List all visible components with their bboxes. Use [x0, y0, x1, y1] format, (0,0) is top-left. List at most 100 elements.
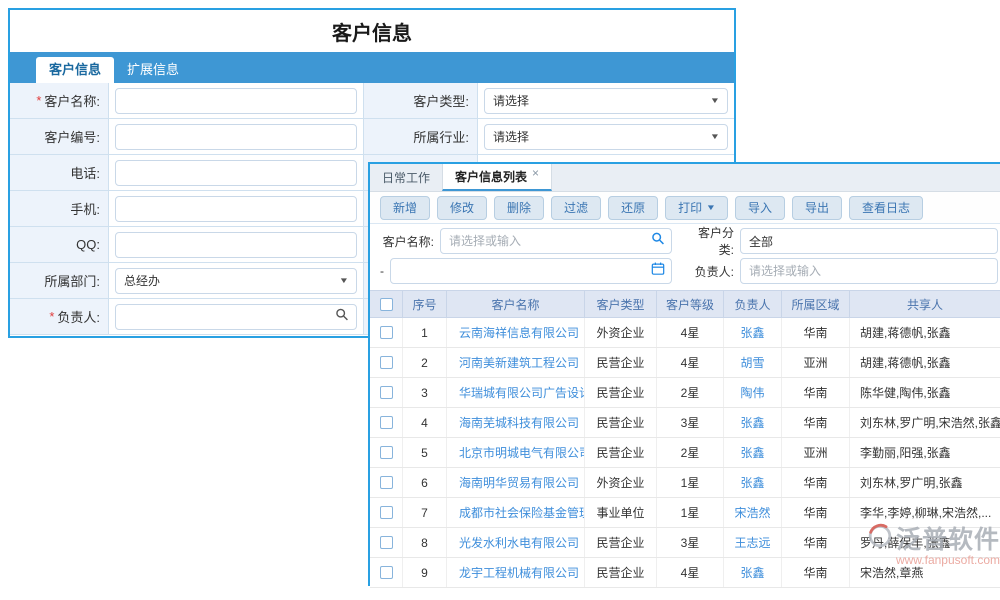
row-checkbox[interactable]	[380, 386, 393, 399]
cell-shared: 李华,李婷,柳琳,宋浩然,...	[850, 498, 1000, 527]
cell-owner[interactable]: 张鑫	[724, 438, 782, 467]
field-industry-label: 所属行业:	[364, 119, 478, 155]
toolbar-filter-button[interactable]: 过滤	[551, 196, 601, 220]
cell-customer-level: 3星	[657, 528, 724, 557]
cell-seq: 3	[403, 378, 447, 407]
row-checkbox-cell	[370, 438, 403, 467]
row-checkbox-cell	[370, 558, 403, 587]
row-checkbox[interactable]	[380, 506, 393, 519]
field-customer-name-label: *客户名称:	[10, 83, 109, 119]
filter-owner-input[interactable]	[740, 258, 998, 284]
toolbar-add-button[interactable]: 新增	[380, 196, 430, 220]
row-checkbox-cell	[370, 468, 403, 497]
field-customer-type-select[interactable]: 请选择▼	[484, 88, 728, 114]
cell-customer-name[interactable]: 云南海祥信息有限公司	[447, 318, 585, 347]
cell-owner[interactable]: 张鑫	[724, 558, 782, 587]
field-department-select[interactable]: 总经办▼	[115, 268, 357, 294]
row-checkbox[interactable]	[380, 326, 393, 339]
field-customer-name-input[interactable]	[115, 88, 357, 114]
cell-customer-name[interactable]: 成都市社会保险基金管理...	[447, 498, 585, 527]
field-owner-input[interactable]	[115, 304, 357, 330]
cell-customer-type: 民营企业	[585, 408, 657, 437]
cell-owner[interactable]: 张鑫	[724, 408, 782, 437]
row-checkbox[interactable]	[380, 356, 393, 369]
form-tab-extended-info[interactable]: 扩展信息	[114, 57, 192, 83]
button-label: 查看日志	[862, 199, 910, 216]
select-all-checkbox[interactable]	[380, 298, 393, 311]
cell-owner[interactable]: 宋浩然	[724, 498, 782, 527]
field-customer-code-label: 客户编号:	[10, 119, 109, 155]
row-checkbox[interactable]	[380, 446, 393, 459]
cell-customer-name[interactable]: 河南美新建筑工程公司	[447, 348, 585, 377]
field-owner-label: *负责人:	[10, 299, 109, 335]
filter-owner-wrap	[740, 258, 998, 284]
toolbar-restore-button[interactable]: 还原	[608, 196, 658, 220]
cell-customer-type: 外资企业	[585, 318, 657, 347]
field-industry-select[interactable]: 请选择▼	[484, 124, 728, 150]
field-customer-type-label: 客户类型:	[364, 83, 478, 119]
cell-region: 华南	[782, 528, 850, 557]
filter-date-input[interactable]	[390, 258, 672, 284]
button-label: 导出	[805, 199, 829, 216]
page: 客户信息 客户信息扩展信息 *客户名称: 客户类型:请选择▼ 客户编号: 所属行业:请…	[0, 0, 1000, 600]
field-mobile-input[interactable]	[115, 196, 357, 222]
toolbar-export-button[interactable]: 导出	[792, 196, 842, 220]
cell-region: 华南	[782, 378, 850, 407]
row-checkbox[interactable]	[380, 476, 393, 489]
row-checkbox[interactable]	[380, 536, 393, 549]
toolbar-delete-button[interactable]: 删除	[494, 196, 544, 220]
cell-owner[interactable]: 张鑫	[724, 318, 782, 347]
button-label: 新增	[393, 199, 417, 216]
row-checkbox-cell	[370, 528, 403, 557]
row-checkbox[interactable]	[380, 566, 393, 579]
tab-customer-list[interactable]: 客户信息列表×	[442, 164, 552, 191]
cell-owner[interactable]: 胡雪	[724, 348, 782, 377]
cell-customer-name[interactable]: 光发水利水电有限公司	[447, 528, 585, 557]
filter-category-input[interactable]	[740, 228, 998, 254]
column-header-region: 所属区域	[782, 291, 850, 317]
chevron-down-icon: ▼	[710, 96, 720, 105]
filter-row-2: - 负责人:	[370, 256, 1000, 286]
row-checkbox-cell	[370, 348, 403, 377]
row-checkbox[interactable]	[380, 416, 393, 429]
cell-customer-name[interactable]: 海南芜城科技有限公司	[447, 408, 585, 437]
filter-name-input[interactable]	[440, 228, 672, 254]
cell-seq: 9	[403, 558, 447, 587]
field-telephone-label: 电话:	[10, 155, 109, 191]
field-qq-input[interactable]	[115, 232, 357, 258]
cell-customer-name[interactable]: 龙宇工程机械有限公司	[447, 558, 585, 587]
cell-shared: 刘东林,罗广明,宋浩然,张鑫	[850, 408, 1000, 437]
field-customer-code-cell	[109, 119, 364, 155]
form-tabbar: 客户信息扩展信息	[10, 52, 734, 83]
cell-owner[interactable]: 张鑫	[724, 468, 782, 497]
toolbar-print-button[interactable]: 打印▼	[665, 196, 728, 220]
field-department-label: 所属部门:	[10, 263, 109, 299]
cell-customer-name[interactable]: 华瑞城有限公司广告设计部	[447, 378, 585, 407]
cell-customer-level: 1星	[657, 468, 724, 497]
form-tab-customer-info[interactable]: 客户信息	[36, 57, 114, 83]
field-customer-code-input[interactable]	[115, 124, 357, 150]
toolbar: 新增 修改删除过滤还原打印▼ 导入 导出 查看日志	[370, 192, 1000, 224]
required-mark: *	[36, 93, 41, 108]
field-telephone-cell	[109, 155, 364, 191]
filter-owner-label: 负责人:	[684, 263, 734, 280]
field-label-text: 手机:	[70, 199, 100, 218]
cell-customer-name[interactable]: 海南明华贸易有限公司	[447, 468, 585, 497]
search-icon[interactable]	[335, 307, 349, 326]
toolbar-import-button[interactable]: 导入	[735, 196, 785, 220]
calendar-icon[interactable]	[651, 262, 665, 281]
cell-customer-type: 民营企业	[585, 378, 657, 407]
cell-owner[interactable]: 王志远	[724, 528, 782, 557]
cell-owner[interactable]: 陶伟	[724, 378, 782, 407]
tab-daily-work[interactable]: 日常工作	[370, 164, 442, 191]
filter-category-label: 客户分类:	[684, 224, 734, 258]
close-icon[interactable]: ×	[532, 166, 539, 180]
chevron-down-icon: ▼	[706, 203, 716, 212]
cell-customer-name[interactable]: 北京市明城电气有限公司	[447, 438, 585, 467]
toolbar-view-log-button[interactable]: 查看日志	[849, 196, 923, 220]
field-owner-cell	[109, 299, 364, 335]
table-body: 1云南海祥信息有限公司外资企业4星张鑫华南胡建,蒋德帆,张鑫2河南美新建筑工程公…	[370, 318, 1000, 588]
toolbar-edit-button[interactable]: 修改	[437, 196, 487, 220]
field-telephone-input[interactable]	[115, 160, 357, 186]
search-icon[interactable]	[651, 232, 665, 251]
